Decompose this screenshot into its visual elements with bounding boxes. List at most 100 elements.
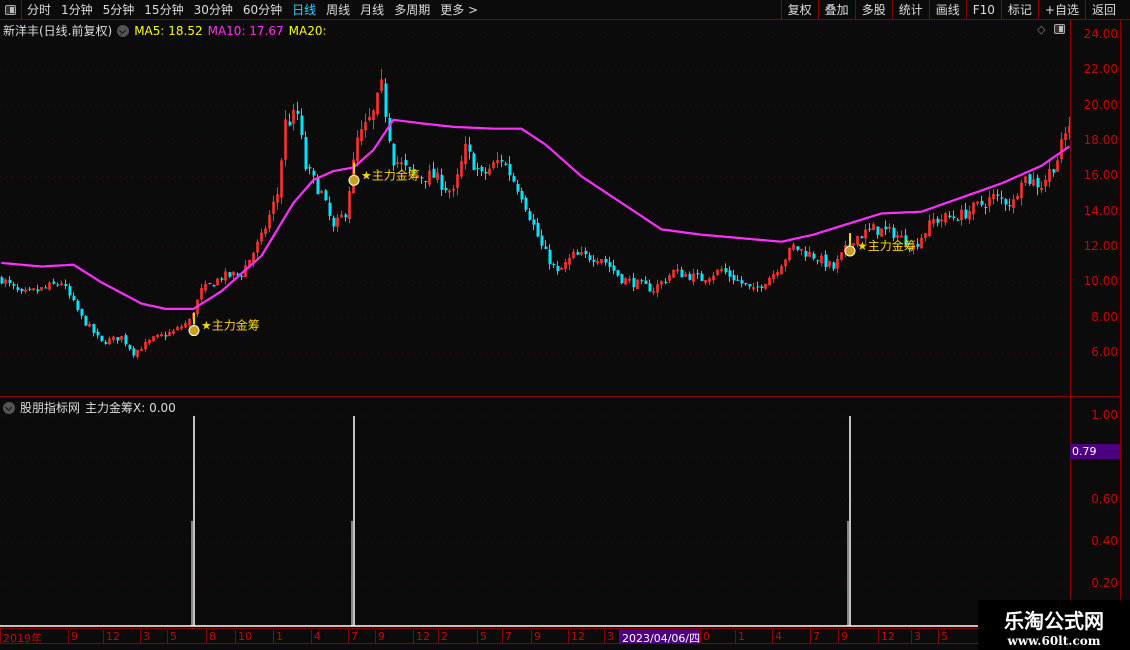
candle-body bbox=[584, 250, 588, 255]
candle-body bbox=[604, 258, 608, 263]
time-tick: 12 bbox=[568, 630, 585, 644]
candle-body bbox=[8, 279, 12, 283]
candle-body bbox=[212, 284, 216, 287]
price-tick: 14.00 bbox=[1083, 203, 1118, 218]
candle-body bbox=[1052, 169, 1056, 173]
candle-body bbox=[20, 288, 24, 292]
time-tick: 4 bbox=[311, 630, 321, 644]
candle-body bbox=[868, 228, 872, 230]
candle-body bbox=[392, 143, 396, 166]
indicator-header: 股朋指标网 主力金筹X: 0.00 bbox=[3, 399, 176, 416]
candle-body bbox=[876, 226, 880, 235]
candle-body bbox=[900, 235, 903, 238]
time-tick: 2023/04/06/四 bbox=[619, 630, 701, 645]
candle-body bbox=[484, 171, 488, 174]
time-tick: 1 bbox=[273, 630, 283, 644]
time-tick: 0 bbox=[700, 630, 710, 644]
candle-body bbox=[892, 227, 896, 238]
candle-body bbox=[140, 349, 143, 351]
candle-body bbox=[124, 335, 128, 345]
candle-body bbox=[744, 283, 748, 285]
candle-body bbox=[512, 176, 516, 182]
price-tick: 20.00 bbox=[1083, 97, 1118, 112]
candle-body bbox=[1004, 199, 1008, 205]
candle-body bbox=[532, 219, 536, 225]
price-tick: 12.00 bbox=[1083, 239, 1118, 254]
signal-label: ★主力金筹 bbox=[201, 318, 260, 333]
candle-body bbox=[540, 235, 544, 246]
candle-body bbox=[480, 166, 484, 172]
candle-body bbox=[208, 283, 212, 285]
chevron-down-icon[interactable] bbox=[3, 401, 15, 414]
money-bag-icon bbox=[348, 174, 360, 186]
candle-body bbox=[728, 270, 732, 277]
candle-body bbox=[680, 269, 684, 278]
candle-body bbox=[16, 287, 20, 290]
candle-body bbox=[80, 308, 84, 316]
candle-body bbox=[664, 281, 668, 283]
candle-body bbox=[936, 218, 940, 223]
candle-body bbox=[756, 286, 760, 288]
axis-divider bbox=[1070, 20, 1071, 628]
candle-body bbox=[640, 280, 644, 282]
candle-body bbox=[552, 264, 556, 266]
candle-body bbox=[812, 253, 816, 259]
candle-body bbox=[612, 265, 616, 271]
candle-body bbox=[132, 348, 136, 356]
watermark-logo: 乐淘公式网 www.60lt.com bbox=[978, 600, 1130, 650]
candle-body bbox=[388, 118, 392, 141]
price-chart[interactable]: ★主力金筹 ★主力金筹 ★主力金筹 bbox=[0, 0, 1070, 628]
toolbar-button-8[interactable]: 返回 bbox=[1084, 0, 1122, 20]
candle-body bbox=[732, 274, 736, 281]
candle-body bbox=[556, 265, 560, 271]
time-tick: 7 bbox=[348, 630, 358, 644]
candle-body bbox=[1028, 174, 1032, 184]
candle-body bbox=[76, 300, 80, 311]
candle-body bbox=[528, 211, 532, 220]
candle-body bbox=[832, 262, 836, 269]
candle-body bbox=[700, 273, 704, 281]
price-tick: 6.00 bbox=[1091, 345, 1118, 360]
candle-body bbox=[432, 168, 436, 178]
candle-body bbox=[28, 288, 32, 290]
candle-body bbox=[648, 283, 652, 292]
panel-separator[interactable] bbox=[0, 396, 1120, 397]
candle-body bbox=[0, 277, 4, 284]
candle-body bbox=[760, 286, 764, 289]
price-tick: 22.00 bbox=[1083, 62, 1118, 77]
time-tick: 9 bbox=[68, 630, 78, 644]
candle-body bbox=[816, 260, 820, 262]
time-tick: 4 bbox=[772, 630, 782, 644]
candle-body bbox=[860, 236, 864, 239]
candle-body bbox=[308, 167, 312, 169]
time-tick: 5 bbox=[938, 630, 948, 644]
price-tick: 10.00 bbox=[1083, 274, 1118, 289]
candle-body bbox=[516, 183, 520, 192]
candle-body bbox=[620, 274, 624, 284]
candle-body bbox=[632, 278, 636, 288]
candle-body bbox=[544, 246, 548, 249]
money-bag-icon bbox=[844, 245, 856, 257]
price-tick: 18.00 bbox=[1083, 133, 1118, 148]
candle-body bbox=[92, 324, 96, 333]
candle-body bbox=[948, 215, 952, 218]
candle-body bbox=[996, 194, 1000, 196]
candle-body bbox=[916, 243, 920, 247]
candle-body bbox=[288, 121, 292, 126]
candle-body bbox=[504, 163, 508, 165]
candle-body bbox=[696, 273, 700, 275]
candle-body bbox=[1036, 177, 1040, 188]
indicator-source: 股朋指标网 bbox=[20, 401, 81, 415]
candle-body bbox=[420, 177, 424, 179]
candle-body bbox=[964, 209, 968, 219]
time-tick: 5 bbox=[477, 630, 487, 644]
candle-body bbox=[312, 170, 316, 176]
time-tick: 3 bbox=[604, 630, 614, 644]
time-tick: 3 bbox=[140, 630, 150, 644]
candle-body bbox=[724, 268, 728, 273]
time-tick: 9 bbox=[375, 630, 385, 644]
candle-body bbox=[96, 331, 100, 336]
time-axis[interactable]: 2019年 9 12 3 5 8 10 1 4 7 9 12 2 5 7 9 12 3 2023/04/06/四 0 1… bbox=[0, 628, 1120, 645]
candle-body bbox=[616, 270, 620, 276]
candle-body bbox=[384, 83, 388, 117]
